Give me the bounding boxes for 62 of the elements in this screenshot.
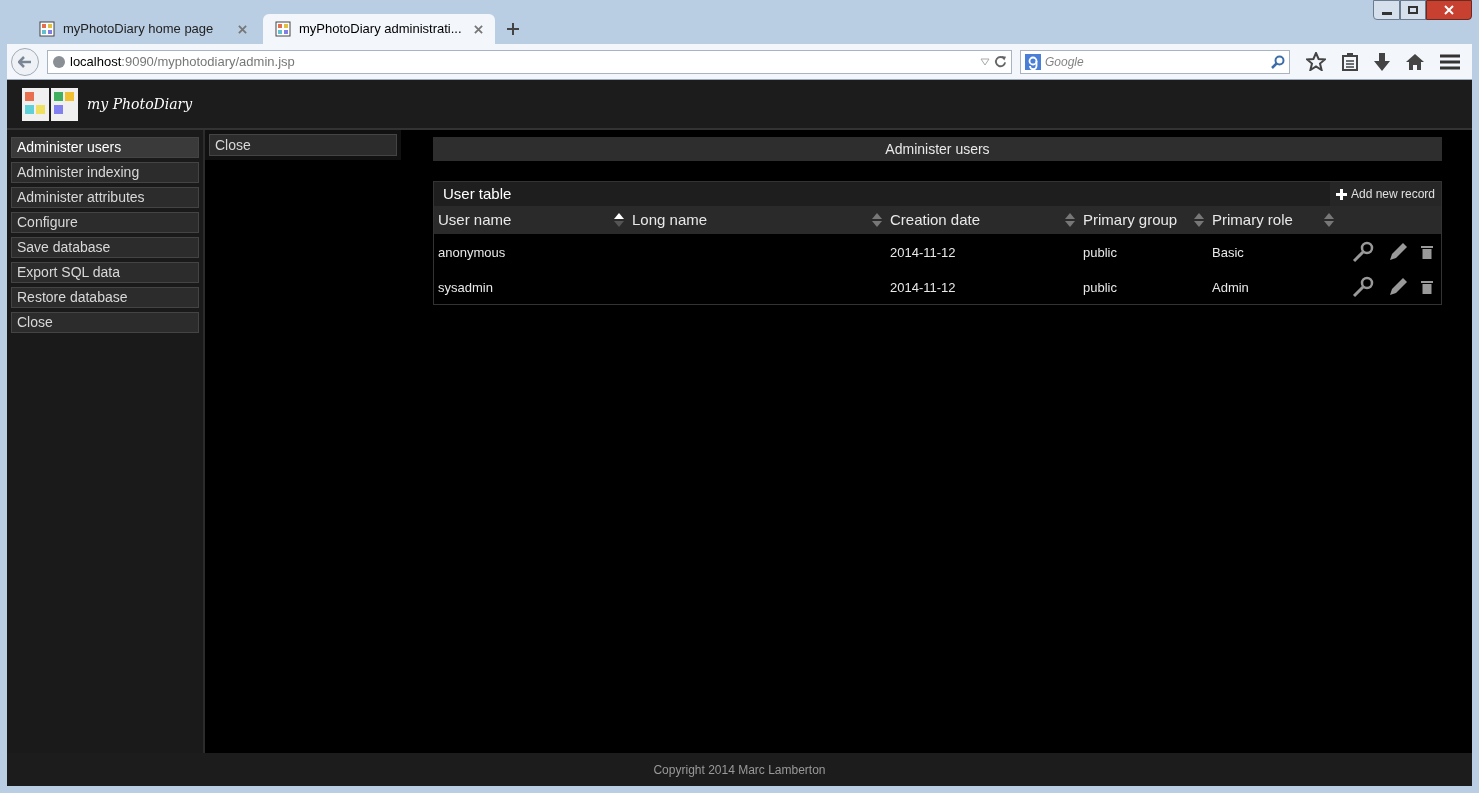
table-cell: 2014-11-12 bbox=[890, 244, 956, 260]
column-header[interactable]: Primary role bbox=[1212, 208, 1293, 232]
sidebar-item[interactable]: Administer users bbox=[11, 137, 199, 158]
sidebar-item[interactable]: Administer attributes bbox=[11, 187, 199, 208]
table-cell: Admin bbox=[1212, 279, 1249, 295]
column-header[interactable]: Long name bbox=[632, 208, 708, 232]
page-icon bbox=[275, 21, 291, 37]
reload-icon[interactable] bbox=[994, 55, 1007, 68]
tab-title: myPhotoDiary home page bbox=[63, 20, 215, 39]
address-field[interactable]: localhost:9090/myphotodiary/admin.jsp bbox=[47, 49, 1012, 74]
search-input[interactable]: Google bbox=[1045, 52, 1267, 71]
copyright-text: Copyright 2014 Marc Lamberton bbox=[653, 761, 826, 779]
search-icon[interactable] bbox=[1271, 54, 1285, 69]
star-icon[interactable] bbox=[1306, 52, 1326, 71]
pencil-icon[interactable] bbox=[1387, 240, 1409, 263]
table-cell: public bbox=[1083, 279, 1117, 295]
minimize-button[interactable] bbox=[1373, 0, 1400, 20]
close-icon bbox=[1444, 5, 1454, 15]
close-button[interactable] bbox=[1426, 0, 1472, 20]
pencil-icon[interactable] bbox=[1387, 275, 1409, 298]
subpanel-item[interactable]: Close bbox=[209, 134, 397, 156]
close-icon[interactable] bbox=[238, 24, 247, 34]
column-header[interactable]: Primary group bbox=[1083, 208, 1178, 232]
column-header[interactable]: User name bbox=[438, 208, 512, 232]
home-icon[interactable] bbox=[1406, 53, 1424, 70]
panel-title: Administer users bbox=[433, 137, 1442, 161]
search-engine-icon[interactable] bbox=[1025, 53, 1041, 70]
reading-list-icon[interactable] bbox=[1342, 52, 1358, 71]
globe-icon bbox=[52, 54, 66, 69]
sidebar-item[interactable]: Export SQL data bbox=[11, 262, 199, 283]
sidebar-item[interactable]: Close bbox=[11, 312, 199, 333]
url-text: localhost:9090/myphotodiary/admin.jsp bbox=[70, 52, 296, 71]
table-cell: sysadmin bbox=[438, 279, 493, 295]
add-record-button[interactable]: Add new record bbox=[1329, 182, 1441, 206]
search-field[interactable]: Google bbox=[1020, 49, 1290, 74]
sidebar-item[interactable]: Restore database bbox=[11, 287, 199, 308]
back-button[interactable] bbox=[11, 47, 39, 76]
table-cell: public bbox=[1083, 244, 1117, 260]
maximize-button[interactable] bbox=[1400, 0, 1426, 20]
table-cell: 2014-11-12 bbox=[890, 279, 956, 295]
column-header[interactable]: Creation date bbox=[890, 208, 981, 232]
tab-title: myPhotoDiary administrati... bbox=[299, 20, 463, 39]
trash-icon[interactable] bbox=[1421, 244, 1433, 259]
table-cell: anonymous bbox=[438, 244, 506, 260]
plus-icon bbox=[1335, 188, 1347, 200]
browser-tab[interactable]: myPhotoDiary home page bbox=[27, 14, 259, 44]
sort-icon[interactable] bbox=[614, 213, 624, 227]
page-icon bbox=[39, 21, 55, 37]
close-icon[interactable] bbox=[474, 24, 483, 34]
new-tab-icon[interactable] bbox=[507, 23, 519, 35]
sidebar-item[interactable]: Save database bbox=[11, 237, 199, 258]
arrow-left-icon bbox=[18, 55, 32, 68]
sidebar-item[interactable]: Administer indexing bbox=[11, 162, 199, 183]
browser-tab[interactable]: myPhotoDiary administrati... bbox=[263, 14, 495, 44]
table-cell: Basic bbox=[1212, 244, 1244, 260]
download-icon[interactable] bbox=[1374, 52, 1390, 71]
logo-text: my PhotoDiary bbox=[87, 94, 193, 114]
table-title: User table bbox=[443, 183, 512, 204]
trash-icon[interactable] bbox=[1421, 279, 1433, 294]
menu-icon[interactable] bbox=[1440, 53, 1460, 70]
logo-icon bbox=[21, 85, 79, 123]
sidebar-item[interactable]: Configure bbox=[11, 212, 199, 233]
